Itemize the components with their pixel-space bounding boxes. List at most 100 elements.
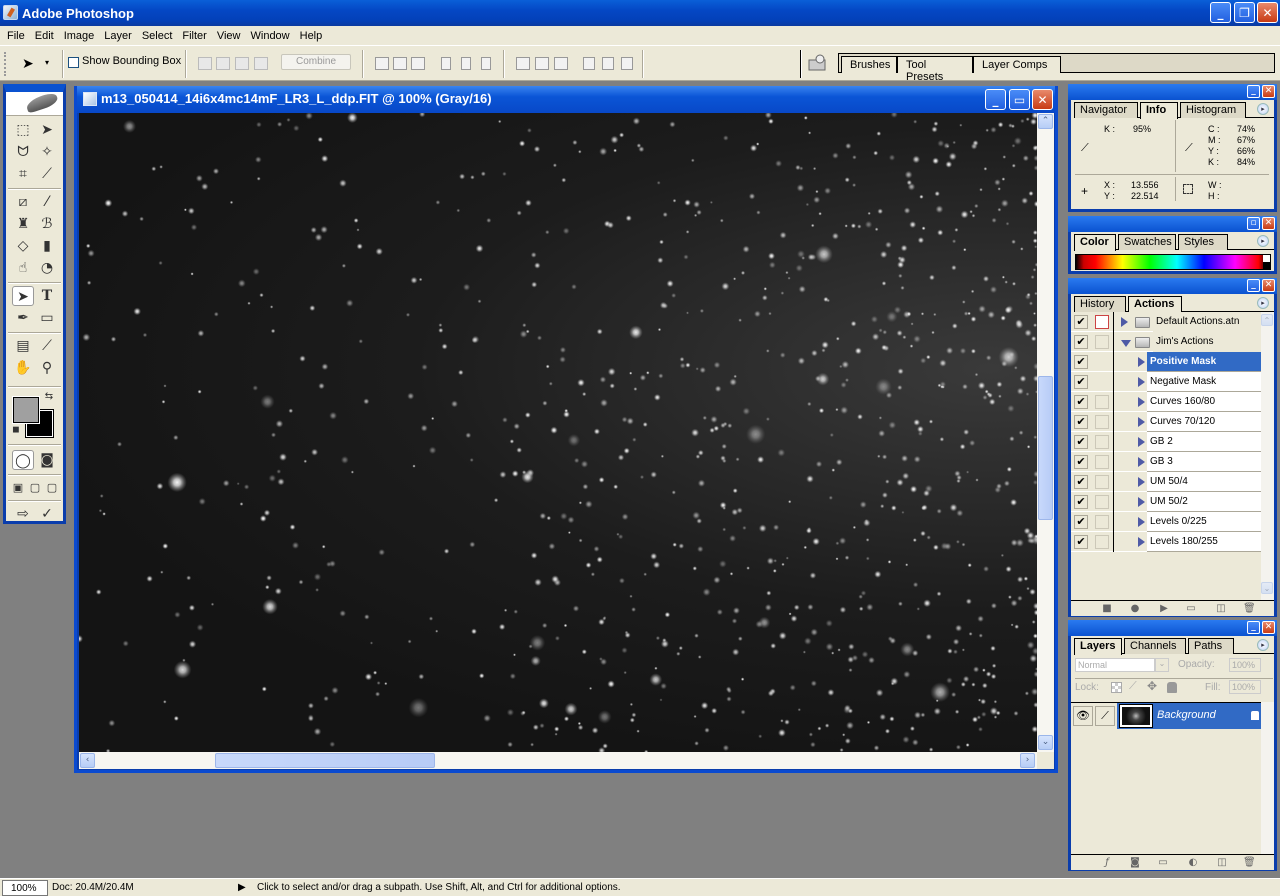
- resize-grip[interactable]: [1037, 752, 1054, 769]
- distribute-top-icon[interactable]: [516, 57, 530, 70]
- actions-scroll-down[interactable]: ⌄: [1261, 582, 1273, 594]
- action-toggle-checkbox[interactable]: ✔: [1074, 435, 1088, 449]
- distribute-left-icon[interactable]: [583, 57, 595, 70]
- expand-triangle-icon[interactable]: [1138, 517, 1145, 527]
- actions-palette-close-button[interactable]: ✕: [1262, 279, 1275, 292]
- action-row[interactable]: ✔ UM 50/4: [1071, 472, 1261, 492]
- layers-palette-minimize-button[interactable]: _: [1247, 621, 1260, 634]
- horizontal-scroll-thumb[interactable]: [215, 753, 435, 768]
- action-toggle-checkbox[interactable]: ✔: [1074, 315, 1088, 329]
- dialog-toggle-icon[interactable]: [1095, 535, 1109, 549]
- path-selection-arrow-icon[interactable]: ➤: [22, 55, 34, 72]
- menu-window[interactable]: Window: [246, 30, 295, 42]
- gradient-tool-icon[interactable]: ▮: [36, 236, 58, 256]
- actions-palette-menu-button[interactable]: ▸: [1257, 297, 1269, 309]
- tab-color[interactable]: Color: [1074, 234, 1116, 251]
- align-right-icon[interactable]: [481, 57, 491, 70]
- align-vcenter-icon[interactable]: [393, 57, 407, 70]
- eyedropper-tool-icon[interactable]: ⟋: [36, 336, 58, 356]
- dialog-toggle-icon[interactable]: [1095, 335, 1109, 349]
- action-row[interactable]: ✔ Negative Mask: [1071, 372, 1261, 392]
- blend-mode-dropdown-icon[interactable]: ⌄: [1155, 658, 1169, 672]
- action-toggle-checkbox[interactable]: ✔: [1074, 495, 1088, 509]
- scroll-left-button[interactable]: ‹: [80, 753, 95, 768]
- info-palette-minimize-button[interactable]: _: [1247, 85, 1260, 98]
- scroll-right-button[interactable]: ›: [1020, 753, 1035, 768]
- action-row[interactable]: ✔ UM 50/2: [1071, 492, 1261, 512]
- action-label[interactable]: UM 50/2: [1147, 492, 1261, 512]
- notes-tool-icon[interactable]: ▤: [12, 336, 34, 356]
- exclude-overlap-icon[interactable]: [254, 57, 268, 70]
- action-label[interactable]: Levels 180/255: [1147, 532, 1261, 552]
- zoom-tool-icon[interactable]: ⚲: [36, 358, 58, 378]
- combine-button[interactable]: Combine: [281, 54, 351, 70]
- layers-palette-close-button[interactable]: ✕: [1262, 621, 1275, 634]
- color-palette-close-button[interactable]: ✕: [1262, 217, 1275, 230]
- new-layer-icon[interactable]: ◫: [1216, 857, 1228, 868]
- quick-mask-mode-icon[interactable]: ◙: [36, 450, 58, 470]
- move-tool-icon[interactable]: ➤: [36, 120, 58, 140]
- action-label[interactable]: Positive Mask: [1147, 352, 1261, 372]
- palette-well-tab-brushes[interactable]: Brushes: [841, 56, 897, 73]
- file-browser-icon[interactable]: [808, 54, 828, 72]
- action-label[interactable]: GB 3: [1147, 452, 1261, 472]
- action-toggle-checkbox[interactable]: ✔: [1074, 515, 1088, 529]
- full-screen-mode-icon[interactable]: ▢: [44, 478, 60, 498]
- vertical-scroll-thumb[interactable]: [1038, 376, 1053, 520]
- tab-history[interactable]: History: [1074, 296, 1126, 312]
- action-row[interactable]: ✔ GB 2: [1071, 432, 1261, 452]
- tab-navigator[interactable]: Navigator: [1074, 102, 1138, 118]
- action-toggle-checkbox[interactable]: ✔: [1074, 395, 1088, 409]
- menu-edit[interactable]: Edit: [30, 30, 59, 42]
- layers-palette-titlebar[interactable]: _ ✕: [1068, 620, 1277, 636]
- dialog-toggle-icon[interactable]: [1095, 395, 1109, 409]
- lock-image-icon[interactable]: ⟋: [1129, 680, 1137, 693]
- action-label[interactable]: Levels 0/225: [1147, 512, 1261, 532]
- horizontal-scrollbar[interactable]: ‹ ›: [79, 752, 1037, 769]
- eraser-tool-icon[interactable]: ◇: [12, 236, 34, 256]
- history-brush-tool-icon[interactable]: ℬ: [36, 214, 58, 234]
- tab-paths[interactable]: Paths: [1188, 638, 1234, 654]
- swap-colors-icon[interactable]: ⇆: [42, 390, 56, 404]
- menu-view[interactable]: View: [212, 30, 246, 42]
- options-bar-grip[interactable]: [4, 52, 7, 76]
- zoom-level-field[interactable]: 100%: [2, 880, 48, 896]
- rectangle-tool-icon[interactable]: ▭: [36, 308, 58, 328]
- doc-size-readout[interactable]: Doc: 20.4M/20.4M: [52, 882, 134, 893]
- type-tool-icon[interactable]: T: [36, 286, 58, 306]
- tab-actions[interactable]: Actions: [1128, 296, 1182, 313]
- scroll-up-button[interactable]: ⌃: [1038, 114, 1053, 129]
- show-bounding-box-checkbox[interactable]: [68, 57, 79, 68]
- info-palette-titlebar[interactable]: _ ✕: [1068, 84, 1277, 100]
- lock-transparency-icon[interactable]: [1111, 682, 1122, 693]
- lasso-tool-icon[interactable]: ᗢ: [12, 142, 34, 162]
- dialog-toggle-icon[interactable]: [1095, 315, 1109, 329]
- expand-triangle-icon[interactable]: [1138, 457, 1145, 467]
- new-group-icon[interactable]: ▭: [1157, 857, 1169, 868]
- action-label[interactable]: UM 50/4: [1147, 472, 1261, 492]
- action-toggle-checkbox[interactable]: ✔: [1074, 355, 1088, 369]
- intersect-shape-icon[interactable]: [235, 57, 249, 70]
- action-toggle-checkbox[interactable]: ✔: [1074, 415, 1088, 429]
- dialog-toggle-icon[interactable]: [1095, 515, 1109, 529]
- expand-triangle-icon[interactable]: [1138, 497, 1145, 507]
- slice-tool-icon[interactable]: ⟋: [36, 164, 58, 184]
- lock-all-icon[interactable]: [1167, 682, 1177, 693]
- brush-tool-icon[interactable]: ⁄: [36, 192, 58, 212]
- tab-layers[interactable]: Layers: [1074, 638, 1122, 655]
- action-row[interactable]: ✔ Jim's Actions: [1071, 332, 1261, 352]
- menu-select[interactable]: Select: [137, 30, 178, 42]
- marquee-tool-icon[interactable]: ⬚: [12, 120, 34, 140]
- actions-palette-titlebar[interactable]: _ ✕: [1068, 278, 1277, 294]
- expand-triangle-icon[interactable]: [1138, 437, 1145, 447]
- subtract-from-shape-icon[interactable]: [216, 57, 230, 70]
- info-palette-close-button[interactable]: ✕: [1262, 85, 1275, 98]
- color-palette-maximize-button[interactable]: ▫: [1247, 217, 1260, 230]
- collapse-triangle-icon[interactable]: [1121, 340, 1131, 347]
- layer-name[interactable]: Background: [1157, 709, 1216, 721]
- stop-icon[interactable]: ■: [1101, 603, 1113, 614]
- expand-triangle-icon[interactable]: [1138, 357, 1145, 367]
- adjustment-layer-icon[interactable]: ◐: [1187, 857, 1199, 868]
- color-palette-titlebar[interactable]: ▫ ✕: [1068, 216, 1277, 232]
- scroll-down-button[interactable]: ⌄: [1038, 735, 1053, 750]
